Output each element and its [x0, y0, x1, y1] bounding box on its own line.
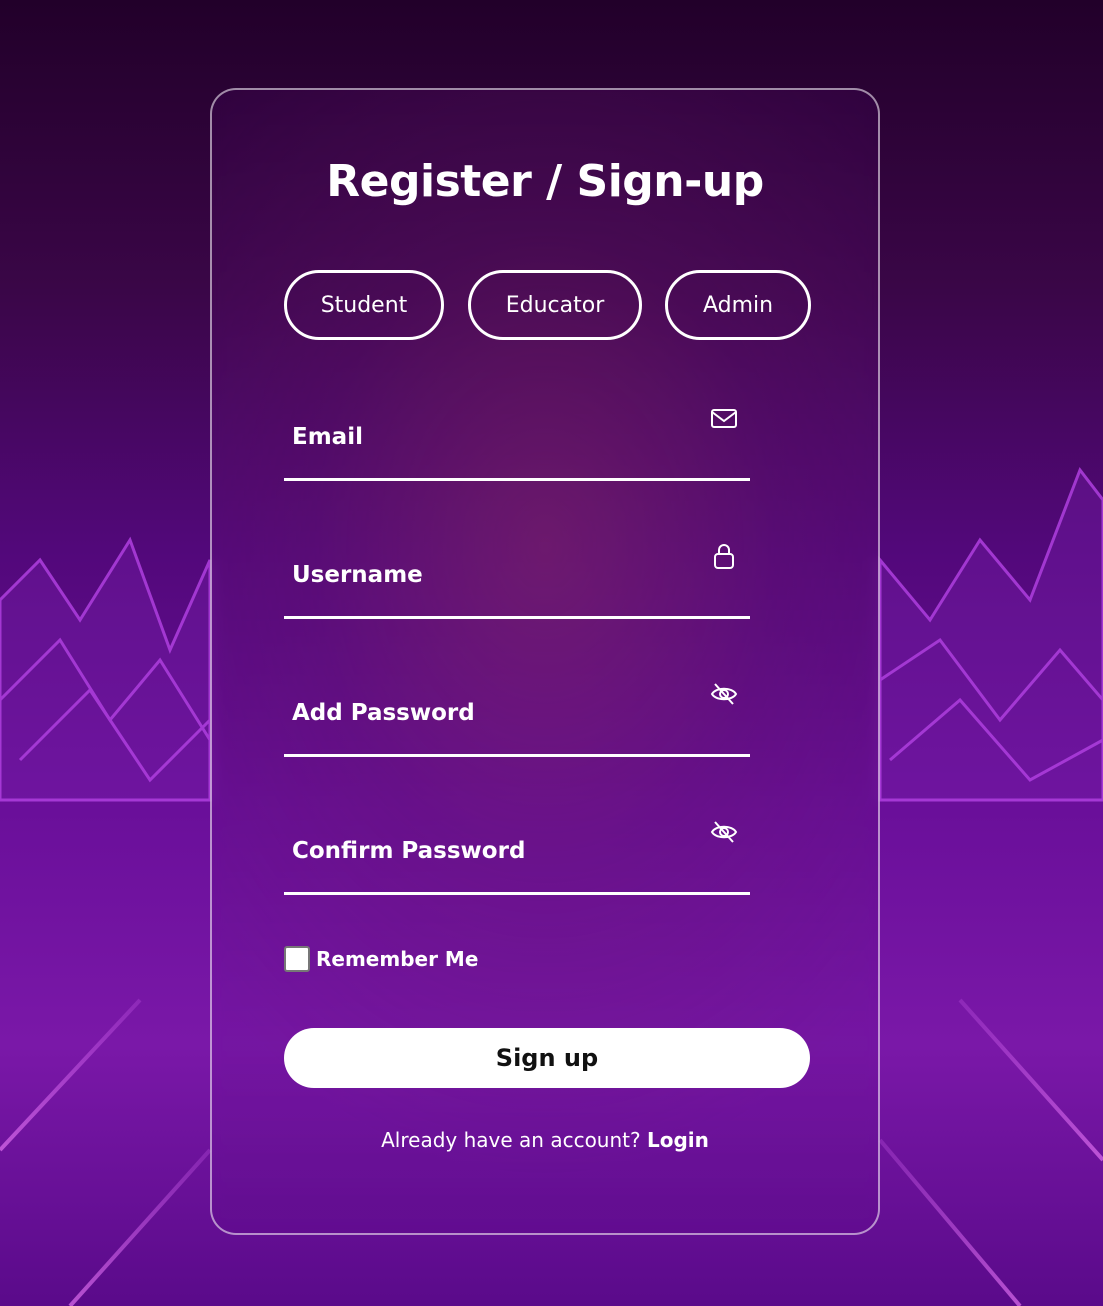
username-label: Username: [292, 562, 423, 588]
login-prompt-text: Already have an account?: [381, 1128, 641, 1152]
remember-me-label: Remember Me: [316, 947, 479, 971]
username-field[interactable]: Username: [284, 526, 750, 619]
add-password-field[interactable]: Add Password: [284, 664, 750, 757]
page-title: Register / Sign-up: [326, 156, 764, 207]
remember-me-row: Remember Me: [284, 946, 478, 972]
add-password-label: Add Password: [292, 700, 475, 726]
sign-up-button[interactable]: Sign up: [284, 1028, 810, 1088]
lock-icon: [710, 542, 738, 570]
remember-me-checkbox[interactable]: [284, 946, 310, 972]
role-button-admin[interactable]: Admin: [665, 270, 811, 340]
email-label: Email: [292, 424, 363, 450]
role-button-student[interactable]: Student: [284, 270, 444, 340]
role-button-educator[interactable]: Educator: [468, 270, 642, 340]
eye-slash-icon[interactable]: [710, 818, 738, 846]
mountains-right: [878, 466, 1103, 802]
envelope-icon: [710, 404, 738, 432]
eye-slash-icon[interactable]: [710, 680, 738, 708]
mountains-left: [0, 536, 212, 802]
email-field[interactable]: Email: [284, 388, 750, 481]
confirm-password-field[interactable]: Confirm Password: [284, 802, 750, 895]
confirm-password-label: Confirm Password: [292, 838, 526, 864]
login-prompt: Already have an account? Login: [212, 1128, 878, 1152]
register-card: Register / Sign-up Student Educator Admi…: [210, 88, 880, 1235]
login-link[interactable]: Login: [647, 1128, 709, 1152]
